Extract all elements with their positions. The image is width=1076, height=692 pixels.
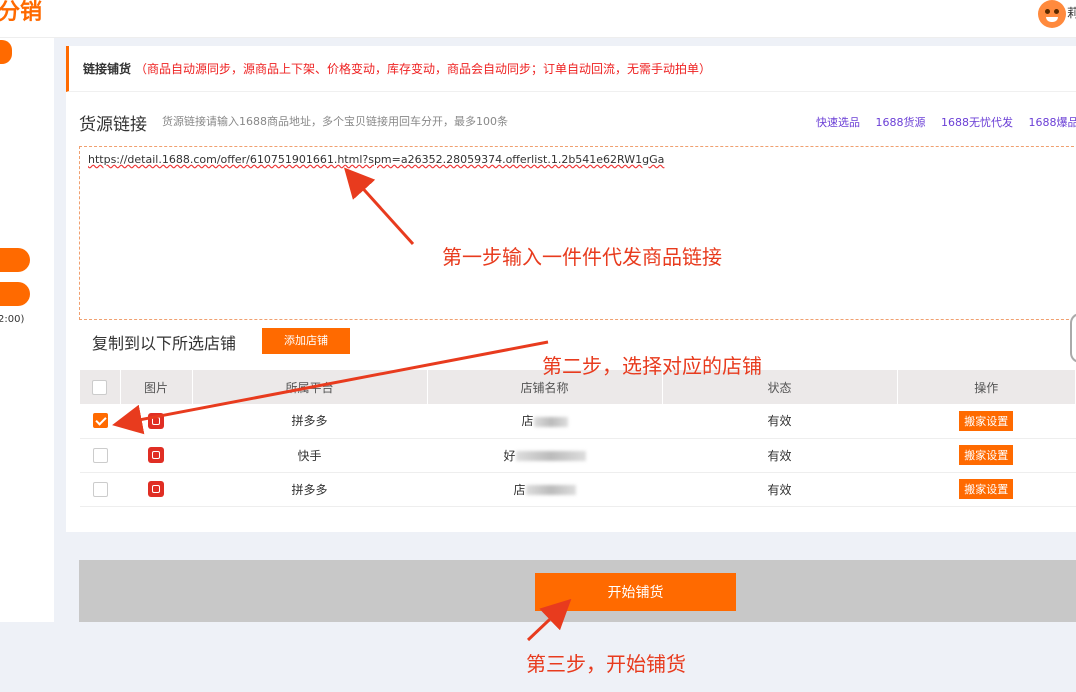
notice-title: 链接铺货 [83,62,132,76]
checkbox-cell [80,438,120,473]
table-row: 快手 好 有效 搬家设置 [80,438,1076,473]
pinduoduo-icon [148,412,164,429]
kuaishou-icon [148,447,164,463]
add-shop-button[interactable]: 添加店铺 [262,328,350,354]
platform-cell: 快手 [192,438,427,473]
shop-name-cell: 店 [427,404,662,439]
copy-title: 复制到以下所选店铺 [92,334,237,353]
shop-name: 店 [521,414,534,429]
notice-desc: （商品自动源同步，源商品上下架、价格变动，库存变动，商品会自动同步；订单自动回流… [135,62,712,76]
source-title: 货源链接 [79,115,147,135]
status-cell: 有效 [662,438,897,473]
avatar[interactable] [1038,0,1066,28]
url-input[interactable]: https://detail.1688.com/offer/6107519016… [79,146,1076,320]
status-cell: 有效 [662,472,897,507]
sidebar-button[interactable] [0,248,30,272]
scroll-handle[interactable] [1070,313,1076,363]
select-all-checkbox[interactable] [92,379,108,395]
status-cell: 有效 [662,404,897,439]
shop-name-cell: 店 [427,472,662,507]
checkbox-cell [80,404,120,439]
sidebar-active-item[interactable] [0,40,12,64]
column-header: 操作 [897,370,1076,404]
shop-name-blurred [533,416,568,427]
avatar-eye-icon [1054,9,1059,14]
brand-logo: 分销 [0,0,43,25]
pinduoduo-icon [148,481,164,497]
shop-table: 图片 所属平台 店铺名称 状态 操作 拼多多 店 有效 搬家设置 快手 好 有效… [80,370,1076,507]
url-input-value: https://detail.1688.com/offer/6107519016… [88,153,665,166]
checkbox-cell [80,472,120,507]
action-cell: 搬家设置 [897,404,1076,439]
main-panel: 链接铺货 （商品自动源同步，源商品上下架、价格变动，库存变动，商品会自动同步；订… [66,46,1076,532]
quick-links: 快速选品 1688货源 1688无忧代发 1688爆品 1 [816,114,1076,130]
top-bar: 分销 莉 [0,0,1076,38]
shop-name: 店 [513,482,526,497]
start-listing-button[interactable]: 开始铺货 [535,573,736,611]
link-1688-dropship[interactable]: 1688无忧代发 [941,116,1013,129]
source-hint: 货源链接请输入1688商品地址，多个宝贝链接用回车分开，最多100条 [162,115,508,128]
link-quick-select[interactable]: 快速选品 [816,116,860,129]
annotation-step1: 第一步输入一件件代发商品链接 [442,245,722,269]
move-settings-button[interactable]: 搬家设置 [959,479,1014,499]
annotation-step3: 第三步，开始铺货 [526,652,686,676]
column-header: 图片 [120,370,193,404]
notice-bar: 链接铺货 （商品自动源同步，源商品上下架、价格变动，库存变动，商品会自动同步；订… [66,46,1076,92]
user-name[interactable]: 莉 [1067,4,1076,21]
table-row: 拼多多 店 有效 搬家设置 [80,472,1076,507]
link-1688-source[interactable]: 1688货源 [876,116,926,129]
shop-name-blurred [525,485,576,495]
image-cell [120,438,192,473]
platform-cell: 拼多多 [192,472,427,507]
annotation-step2: 第二步，选择对应的店铺 [542,354,762,378]
sidebar-time: 2:00) [0,314,25,325]
shop-name-blurred [515,451,586,461]
image-cell [120,472,192,507]
action-cell: 搬家设置 [897,438,1076,473]
platform-cell: 拼多多 [192,404,427,439]
shop-name-cell: 好 [427,438,662,473]
move-settings-button[interactable]: 搬家设置 [959,445,1014,465]
row-checkbox[interactable] [92,447,108,463]
image-cell [120,404,192,439]
avatar-eye-icon [1045,9,1050,14]
move-settings-button[interactable]: 搬家设置 [959,410,1014,431]
shop-name: 好 [503,448,516,463]
avatar-mouth-icon [1046,17,1058,22]
column-header: 所属平台 [192,370,428,404]
sidebar-button[interactable] [0,282,30,306]
link-1688-hot[interactable]: 1688爆品 [1029,116,1076,129]
header-checkbox-cell [80,370,121,404]
sidebar: 2:00) [0,38,54,622]
action-cell: 搬家设置 [897,472,1076,507]
row-checkbox[interactable] [92,413,108,429]
row-checkbox[interactable] [92,481,108,497]
table-row: 拼多多 店 有效 搬家设置 [80,404,1076,439]
